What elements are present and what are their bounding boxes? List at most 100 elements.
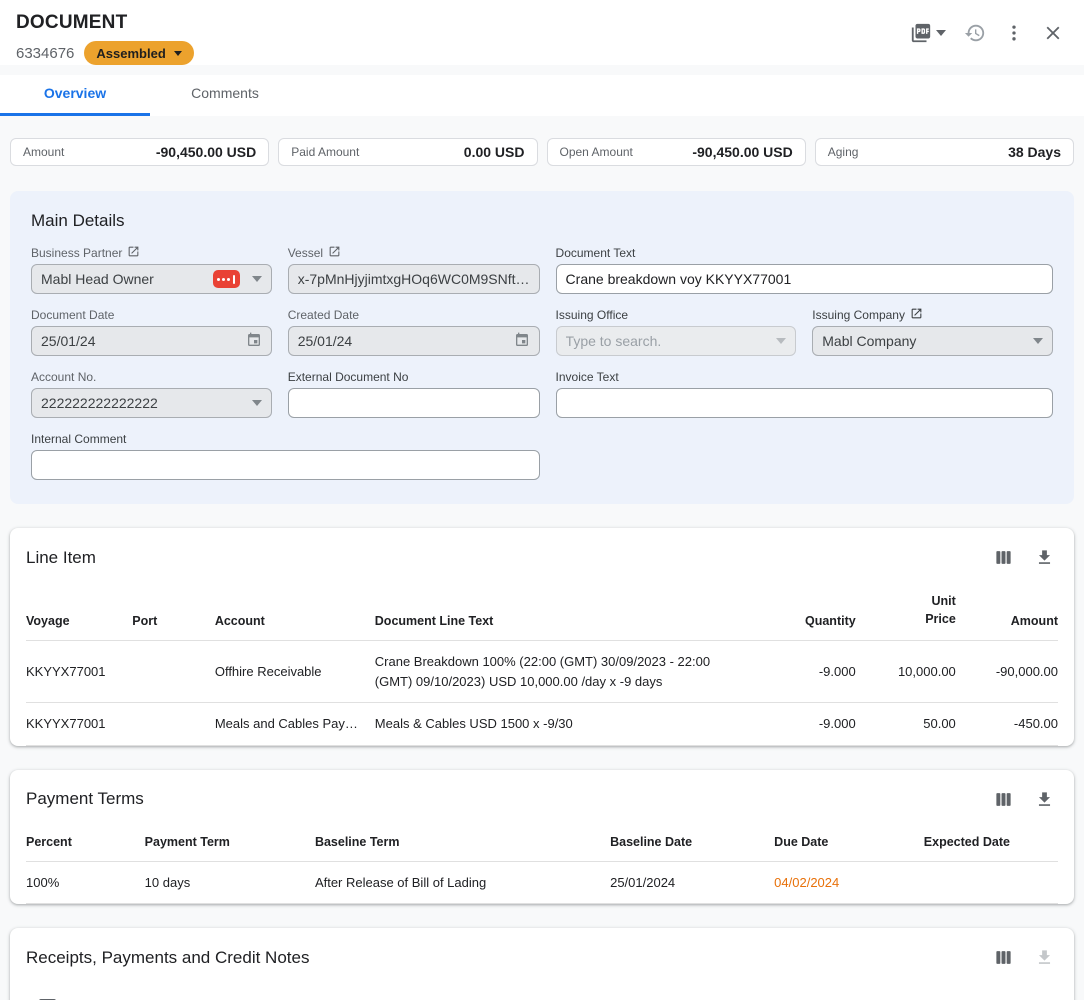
table-header-row: Percent Payment Term Baseline Term Basel… <box>26 821 1058 862</box>
column-header-baseline-term[interactable]: Baseline Term <box>315 821 610 862</box>
more-options-button[interactable] <box>1000 19 1028 47</box>
document-number: 6334676 <box>16 45 74 62</box>
table-row[interactable]: 100% 10 days After Release of Bill of La… <box>26 861 1058 904</box>
cell-percent: 100% <box>26 861 145 904</box>
table-header-row: Document No Document Date Document Type … <box>26 979 1058 1000</box>
field-label-text: External Document No <box>288 370 409 384</box>
cell-amount: -450.00 <box>956 703 1058 746</box>
open-in-new-icon[interactable] <box>328 245 341 261</box>
cell-unit-price: 50.00 <box>856 703 956 746</box>
tab-overview[interactable]: Overview <box>0 75 150 116</box>
field-issuing-office: Issuing Office Type to search. <box>556 307 797 356</box>
column-settings-button[interactable] <box>990 786 1017 813</box>
column-header-voyage[interactable]: Voyage <box>26 579 132 641</box>
summary-cards-row: Amount -90,450.00 USD Paid Amount 0.00 U… <box>10 138 1074 166</box>
field-label-text: Vessel <box>288 246 323 260</box>
columns-icon <box>994 790 1013 809</box>
pdf-export-button[interactable] <box>906 18 950 48</box>
column-settings-button[interactable] <box>990 944 1017 971</box>
field-label-text: Invoice Text <box>556 370 619 384</box>
download-icon <box>1035 790 1054 809</box>
history-button[interactable] <box>960 18 990 48</box>
chevron-down-icon <box>1033 338 1043 344</box>
column-header-due-date[interactable]: Due Date <box>774 821 924 862</box>
tab-comments[interactable]: Comments <box>150 75 300 116</box>
field-document-text: Document Text <box>556 245 1053 294</box>
line-item-card: Line Item Voyage Port Account Document L… <box>10 528 1074 746</box>
download-button-disabled <box>1031 944 1058 971</box>
table-row[interactable]: KKYYX77001 Offhire Receivable Crane Brea… <box>26 641 1058 703</box>
status-badge-dropdown[interactable]: Assembled <box>84 41 193 65</box>
column-header-percent[interactable]: Percent <box>26 821 145 862</box>
open-in-new-icon[interactable] <box>127 245 140 261</box>
vessel-input: x-7pMnHjyjimtxgHOq6WC0M9SNft… <box>288 264 540 294</box>
column-header-quantity[interactable]: Quantity <box>746 579 855 641</box>
section-title: Receipts, Payments and Credit Notes <box>26 948 309 968</box>
column-header-amount[interactable]: Amount <box>955 979 1058 1000</box>
field-label: Internal Comment <box>31 431 540 446</box>
column-header-expected-date[interactable]: Expected Date <box>924 821 1058 862</box>
download-button[interactable] <box>1031 786 1058 813</box>
chevron-down-icon <box>252 400 262 406</box>
cell-unit-price: 10,000.00 <box>856 641 956 703</box>
dialog-header: DOCUMENT 6334676 Assembled <box>0 0 1084 65</box>
column-header-port[interactable]: Port <box>132 579 215 641</box>
table-row[interactable]: KKYYX77001 Meals and Cables Pay… Meals &… <box>26 703 1058 746</box>
main-details-panel: Main Details Business Partner Mabl Head … <box>10 191 1074 504</box>
document-text-input[interactable] <box>556 264 1053 294</box>
cell-baseline-term: After Release of Bill of Lading <box>315 861 610 904</box>
cell-port <box>132 703 215 746</box>
field-label: Issuing Office <box>556 307 797 322</box>
section-title: Line Item <box>26 548 96 568</box>
close-button[interactable] <box>1038 18 1068 48</box>
issuing-company-select: Mabl Company <box>812 326 1053 356</box>
field-account-no: Account No. 222222222222222 <box>31 369 272 418</box>
summary-card-paid-amount: Paid Amount 0.00 USD <box>278 138 537 166</box>
cell-due-date: 04/02/2024 <box>774 861 924 904</box>
column-header-baseline-date[interactable]: Baseline Date <box>610 821 774 862</box>
field-document-date: Document Date 25/01/24 <box>31 307 272 356</box>
invoice-text-input[interactable] <box>556 388 1053 418</box>
column-header-document-no[interactable]: Document No <box>185 979 420 1000</box>
field-external-document-no: External Document No <box>288 369 540 418</box>
column-header-document-line-text[interactable]: Document Line Text <box>375 579 747 641</box>
column-header-payment-term[interactable]: Payment Term <box>145 821 315 862</box>
main-details-form: Business Partner Mabl Head Owner Vessel … <box>31 245 1053 480</box>
field-label: Document Text <box>556 245 1053 260</box>
open-in-new-icon[interactable] <box>910 307 923 323</box>
column-header-account[interactable]: Account <box>215 579 375 641</box>
cell-port <box>132 641 215 703</box>
column-header-document-type[interactable]: Document Type <box>675 979 955 1000</box>
receipts-card: Receipts, Payments and Credit Notes Docu… <box>10 928 1074 1000</box>
column-settings-button[interactable] <box>990 544 1017 571</box>
field-label-text: Internal Comment <box>31 432 126 446</box>
field-value: Mabl Company <box>822 333 1033 349</box>
summary-card-open-amount: Open Amount -90,450.00 USD <box>547 138 806 166</box>
card-header: Line Item <box>26 544 1058 571</box>
cell-payment-term: 10 days <box>145 861 315 904</box>
field-label-text: Issuing Company <box>812 308 905 322</box>
internal-comment-input[interactable] <box>31 450 540 480</box>
summary-value: 0.00 USD <box>464 144 525 160</box>
card-header: Receipts, Payments and Credit Notes <box>26 944 1058 971</box>
field-label: Issuing Company <box>812 307 1053 322</box>
column-header-amount[interactable]: Amount <box>956 579 1058 641</box>
column-header-select <box>26 979 185 1000</box>
summary-card-amount: Amount -90,450.00 USD <box>10 138 269 166</box>
download-icon <box>1035 548 1054 567</box>
table-header-row: Voyage Port Account Document Line Text Q… <box>26 579 1058 641</box>
cell-expected-date <box>924 861 1058 904</box>
column-header-document-date[interactable]: Document Date <box>420 979 675 1000</box>
account-no-select: 222222222222222 <box>31 388 272 418</box>
payment-terms-table: Percent Payment Term Baseline Term Basel… <box>26 821 1058 905</box>
field-label: Created Date <box>288 307 540 322</box>
card-header: Payment Terms <box>26 786 1058 813</box>
history-icon <box>964 22 986 44</box>
created-date-input: 25/01/24 <box>288 326 540 356</box>
download-button[interactable] <box>1031 544 1058 571</box>
cell-document-line-text: Meals & Cables USD 1500 x -9/30 <box>375 703 747 746</box>
column-header-unit-price[interactable]: Unit Price <box>856 579 956 641</box>
external-document-no-input[interactable] <box>288 388 540 418</box>
field-value: Mabl Head Owner <box>41 271 213 287</box>
field-placeholder: Type to search. <box>566 333 777 349</box>
